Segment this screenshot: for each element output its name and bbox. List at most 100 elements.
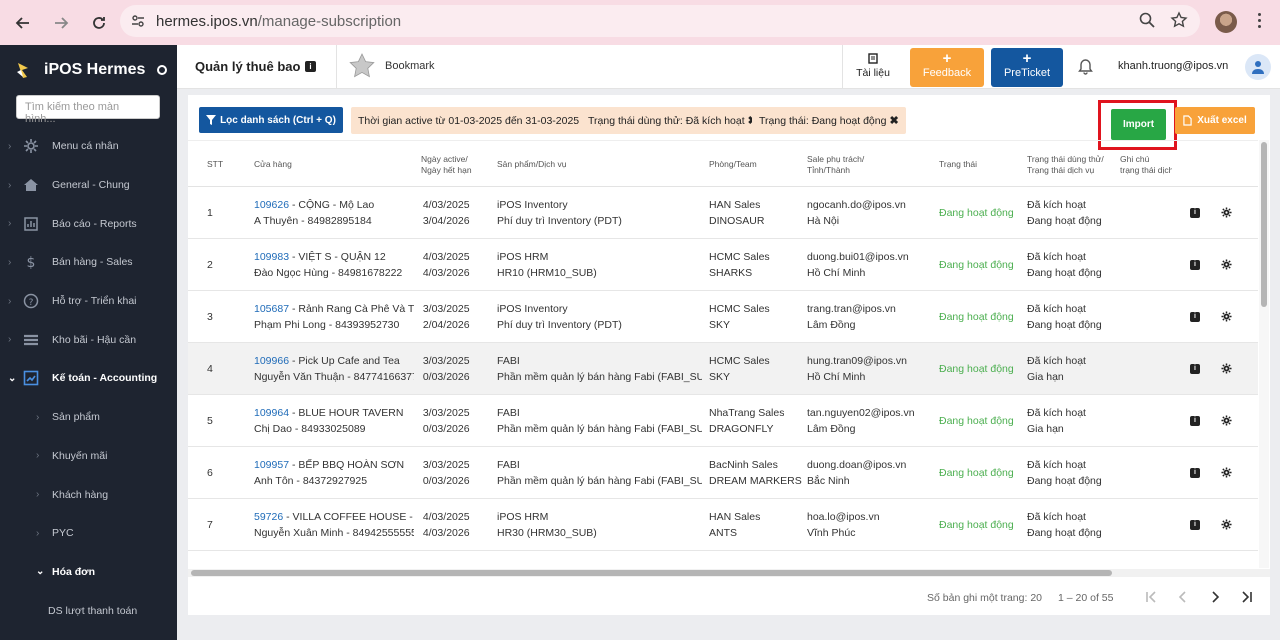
header-product[interactable]: Sản phẩm/Dịch vụ [497, 141, 566, 188]
sidebar-item-sales[interactable]: › $ Bán hàng - Sales [0, 243, 177, 282]
zoom-icon[interactable] [1138, 11, 1156, 29]
brand[interactable]: iPOS Hermes [0, 45, 177, 95]
export-excel-button[interactable]: Xuất excel [1175, 107, 1255, 134]
sidebar-subitem-khuyen-mai[interactable]: › Khuyến mãi [0, 437, 177, 476]
docs-button[interactable]: Tài liệu [856, 53, 890, 79]
bookmark-star-icon[interactable] [1170, 11, 1188, 29]
dates-cell: 03/03/2025 10/03/2026 [423, 353, 473, 385]
store-id-link[interactable]: 59726 [254, 511, 283, 523]
site-settings-icon[interactable] [130, 13, 146, 29]
header-status[interactable]: Trạng thái [939, 141, 977, 188]
store-id-link[interactable]: 105687 [254, 303, 289, 315]
header-team[interactable]: Phòng/Team [709, 141, 757, 188]
gear-icon[interactable] [1221, 207, 1232, 218]
reload-button[interactable] [82, 6, 116, 40]
store-id-link[interactable]: 109983 [254, 251, 289, 263]
gear-icon[interactable] [1221, 415, 1232, 426]
sidebar-subitem-khach-hang[interactable]: › Khách hàng [0, 475, 177, 514]
filter-chip-active-time[interactable]: Thời gian active từ 01-03-2025 đến 31-03… [351, 107, 599, 134]
sidebar-item-warehouse[interactable]: › Kho bãi - Hậu cần [0, 320, 177, 359]
info-icon[interactable]: i [1190, 312, 1200, 322]
import-button[interactable]: Import [1111, 109, 1166, 140]
feedback-button[interactable]: + Feedback [910, 48, 984, 87]
sidebar-item-accounting[interactable]: ⌄ Kế toán - Accounting [0, 359, 177, 398]
prev-page-button[interactable] [1174, 589, 1192, 605]
sidebar-item-reports[interactable]: › Báo cáo - Reports [0, 204, 177, 243]
table-row[interactable]: 6 109957 - BẾP BBQ HOÀN SƠN Anh Tôn - 8437… [188, 447, 1258, 499]
pagination: Số bản ghi một trang: 20 1 – 20 of 55 [188, 578, 1270, 615]
header-sale[interactable]: Sale phụ trách/Tỉnh/Thành [807, 141, 864, 188]
scroll-thumb[interactable] [1261, 142, 1267, 307]
scroll-thumb[interactable] [191, 570, 1112, 576]
info-icon[interactable]: i [1190, 416, 1200, 426]
gear-icon[interactable] [1221, 519, 1232, 530]
radio-icon[interactable] [157, 65, 168, 75]
bookmark-label[interactable]: Bookmark [385, 60, 435, 72]
store-name: - Rảnh Rang Cà Phê Và Trà [289, 303, 414, 315]
preticket-button[interactable]: + PreTicket [991, 48, 1063, 87]
filter-button[interactable]: Lọc danh sách (Ctrl + Q) [199, 107, 343, 133]
user-avatar[interactable] [1245, 54, 1271, 80]
province: Hồ Chí Minh [807, 267, 866, 279]
info-icon[interactable]: i [1190, 364, 1200, 374]
service-name: Phí duy trì Inventory (PDT) [497, 319, 622, 331]
profile-avatar[interactable] [1215, 11, 1237, 33]
info-icon[interactable]: i [305, 61, 316, 72]
header-dates[interactable]: Ngày active/Ngày hết hạn [421, 141, 481, 188]
browser-menu-icon[interactable] [1258, 13, 1261, 28]
sidebar-subitem-san-pham[interactable]: › Sản phẩm [0, 398, 177, 437]
header-sale-line1: Sale phụ trách/ [807, 153, 865, 164]
horizontal-scrollbar[interactable] [188, 569, 1270, 577]
sale-email: duong.bui01@ipos.vn [807, 251, 909, 263]
header-store[interactable]: Cửa hàng [254, 141, 292, 188]
first-page-button[interactable] [1142, 589, 1160, 605]
filter-chip-status[interactable]: Trạng thái: Đang hoạt động ✖ [752, 107, 906, 134]
header-stt[interactable]: STT [207, 141, 223, 188]
close-icon[interactable]: ✖ [889, 114, 898, 127]
sidebar-subitem-pyc[interactable]: › PYC [0, 514, 177, 553]
sale-email: ngocanh.do@ipos.vn [807, 199, 906, 211]
page-range: 1 – 20 of 55 [1058, 592, 1114, 604]
sidebar-subitem-label: DS lượt thanh toán [48, 604, 138, 617]
table-row[interactable]: 2 109983 - VIỆT S - QUẬN 12 Đào Ngọc Hùng … [188, 239, 1258, 291]
next-page-button[interactable] [1206, 589, 1224, 605]
info-icon[interactable]: i [1190, 208, 1200, 218]
store-id-link[interactable]: 109957 [254, 459, 289, 471]
info-icon[interactable]: i [1190, 260, 1200, 270]
address-bar[interactable]: hermes.ipos.vn/manage-subscription [120, 5, 1200, 37]
user-email[interactable]: khanh.truong@ipos.vn [1118, 60, 1228, 72]
vertical-scrollbar[interactable] [1259, 140, 1269, 568]
bookmark-star-icon[interactable] [349, 53, 375, 79]
header-note[interactable]: Ghi chú trạng thái dịch [1120, 141, 1172, 188]
sidebar-search-input[interactable]: Tìm kiếm theo màn hình... [16, 95, 160, 125]
sidebar-item-general[interactable]: › General - Chung [0, 166, 177, 205]
store-contact: A Thuyên - 84982895184 [254, 215, 372, 227]
sidebar-subitem-hoa-don[interactable]: ⌄ Hóa đơn [0, 553, 177, 592]
info-icon[interactable]: i [1190, 468, 1200, 478]
gear-icon[interactable] [1221, 363, 1232, 374]
store-id-link[interactable]: 109626 [254, 199, 289, 211]
store-contact: Đào Ngọc Hùng - 84981678222 [254, 267, 403, 279]
table-row[interactable]: 4 109966 - Pick Up Cafe and Tea Nguyễn Văn… [188, 343, 1258, 395]
sidebar-item-menu-ca-nhan[interactable]: › Menu cá nhân [0, 127, 177, 166]
forward-button[interactable] [44, 6, 78, 40]
sidebar-item-support[interactable]: › ? Hỗ trợ - Triển khai [0, 282, 177, 321]
table-row[interactable]: 1 109626 - CỘNG - Mộ Lao A Thuyên - 849828… [188, 187, 1258, 239]
filter-chip-trial-status[interactable]: Trạng thái dùng thử: Đã kích hoạt✖ [581, 107, 764, 134]
info-icon[interactable]: i [1190, 520, 1200, 530]
header-trial[interactable]: Trạng thái dùng thử/Trạng thái dịch vụ [1027, 141, 1104, 188]
gear-icon[interactable] [1221, 467, 1232, 478]
table-row[interactable]: 7 59726 - VILLA COFFEE HOUSE - DL... Nguyễ… [188, 499, 1258, 551]
back-button[interactable] [6, 6, 40, 40]
table-row[interactable]: 5 109964 - BLUE HOUR TAVERN Chị Dao - 8493… [188, 395, 1258, 447]
last-page-button[interactable] [1238, 589, 1256, 605]
store-id-link[interactable]: 109964 [254, 407, 289, 419]
store-id-link[interactable]: 109966 [254, 355, 289, 367]
table-row[interactable]: 3 105687 - Rảnh Rang Cà Phê Và Trà Phạm Ph… [188, 291, 1258, 343]
rows-per-page-label[interactable]: Số bản ghi một trang: 20 [927, 592, 1042, 604]
gear-icon[interactable] [1221, 259, 1232, 270]
table-row[interactable] [188, 551, 1258, 567]
bell-icon[interactable] [1077, 58, 1094, 75]
gear-icon[interactable] [1221, 311, 1232, 322]
sidebar-subitem-ds-luot-thanh-toan[interactable]: DS lượt thanh toán [0, 591, 177, 630]
